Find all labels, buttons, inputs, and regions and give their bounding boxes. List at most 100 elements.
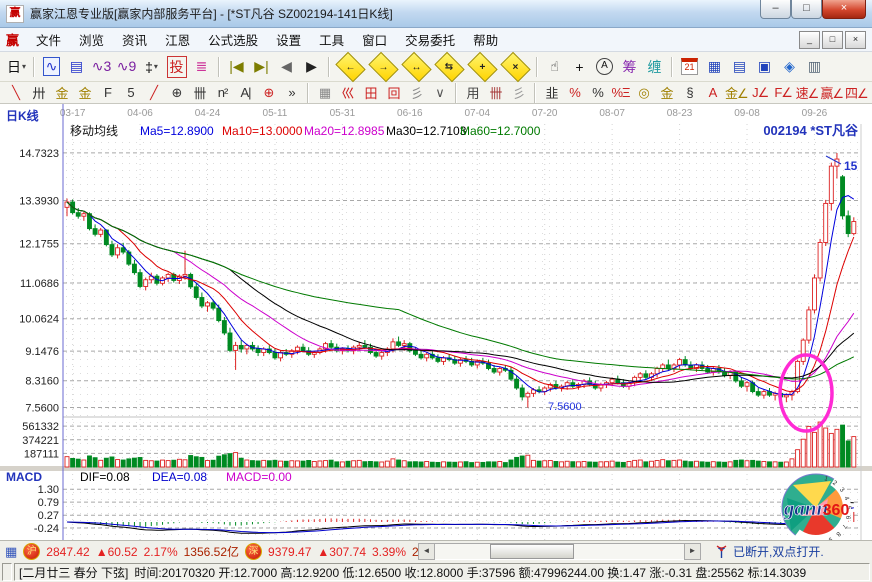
mini-pencil-icon[interactable]: ╱ [143,83,164,102]
menu-item-2[interactable]: 资讯 [113,29,156,50]
four-angle-icon[interactable]: 四∠ [845,83,868,102]
maximize-button[interactable]: □ [791,0,822,19]
mdi-minimize-button[interactable]: _ [799,31,820,49]
a-shape-icon[interactable]: A [702,83,723,102]
gann-wheel-icon[interactable]: ⊕ [258,83,279,102]
scroll-right-button[interactable]: ► [684,543,701,560]
wave-9-chart-icon[interactable]: ∿9 [115,55,138,78]
f-angle-icon[interactable]: F∠ [773,83,794,102]
chart-region[interactable]: 03-1704-0604-2405-1105-3106-1607-0407-20… [0,104,872,540]
menu-item-1[interactable]: 浏览 [70,29,113,50]
win-angle-icon[interactable]: 赢∠ [820,83,843,102]
k-pattern-settings-icon[interactable]: 投 [165,55,188,78]
horizontal-scrollbar[interactable]: ◄ ► [418,544,701,560]
pan-hand-icon[interactable]: ☝ [543,55,566,78]
zigzag-overlay-icon[interactable]: ∿ [40,55,63,78]
scrollbar-thumb[interactable] [490,544,574,559]
draw-pencil-icon[interactable]: ╲ [5,83,26,102]
printer-icon[interactable]: ▥ [803,55,826,78]
golden-circle-icon[interactable]: ◎ [633,83,654,102]
zoom-lens-icon[interactable]: A [593,55,616,78]
volume-profile-icon[interactable]: 韭 [541,83,562,102]
dropdown-arrow-icon[interactable]: ▾ [154,62,158,71]
percent-line-red-icon[interactable]: % [564,83,585,102]
volume-bar [464,462,468,467]
mdi-restore-button[interactable]: □ [822,31,843,49]
step-back-icon[interactable]: ◀ [275,55,298,78]
menu-item-6[interactable]: 工具 [310,29,353,50]
n-square-icon[interactable]: n² [212,83,233,102]
gold-angle-icon[interactable]: 金∠ [725,83,748,102]
menu-item-8[interactable]: 交易委托 [396,29,464,50]
swap-view-icon[interactable]: ⇆ [434,51,464,81]
price-axis-label: 9.1476 [25,346,59,358]
step-forward-icon[interactable]: ▶ [300,55,323,78]
menu-item-3[interactable]: 江恩 [156,29,199,50]
menu-item-0[interactable]: 文件 [27,29,70,50]
speed-rays-icon[interactable]: 巛 [337,83,358,102]
chan-lines-icon[interactable]: 缠 [643,55,666,78]
angle-mirror-icon[interactable]: A| [235,83,256,102]
ray-fan-2-icon[interactable]: 彡 [508,83,529,102]
color-histogram-icon[interactable]: ≣ [190,55,213,78]
box-grid-icon[interactable]: ▦ [314,83,335,102]
cycle-circle-icon[interactable]: ⊕ [166,83,187,102]
golden-section-b-icon[interactable]: 金 [74,83,95,102]
close-button[interactable]: × [822,0,866,19]
spiral-tool-icon[interactable]: 5 [120,83,141,102]
brush-tool-icon[interactable]: § [679,83,700,102]
percent-levels-icon[interactable]: %Ξ [610,83,631,102]
ray-fan-icon[interactable]: 彡 [406,83,427,102]
jump-end-icon[interactable]: ▶| [250,55,273,78]
connection-text[interactable]: 已断开,双点打开. [733,543,824,560]
j-angle-icon[interactable]: J∠ [750,83,771,102]
mdi-close-button[interactable]: × [845,31,866,49]
grid-red-icon[interactable]: 卌 [485,83,506,102]
compress-all-icon[interactable]: × [500,51,530,81]
network-quotes-icon[interactable]: ◈ [778,55,801,78]
golden-levels-icon[interactable]: 金 [656,83,677,102]
menu-item-4[interactable]: 公式选股 [199,29,267,50]
volume-axis-label: 374221 [22,435,59,447]
save-disk-icon[interactable]: ▣ [753,55,776,78]
calendar-grid-icon[interactable]: ▦ [5,544,17,560]
expand-all-icon[interactable]: + [467,51,497,81]
scrollbar-track[interactable] [435,543,684,560]
zoom-right-icon[interactable]: → [368,51,398,81]
gann-lines-icon[interactable]: 卅 [28,83,49,102]
dropdown-arrow-icon[interactable]: ▾ [22,62,26,71]
calendar-icon[interactable]: 21 [678,55,701,78]
period-day-selector-icon[interactable]: 日▾ [5,55,28,78]
menu-item-9[interactable]: 帮助 [464,29,507,50]
golden-section-a-icon[interactable]: 金 [51,83,72,102]
jump-start-icon[interactable]: |◀ [225,55,248,78]
chip-distribution-icon[interactable]: 筹 [618,55,641,78]
calculator-icon[interactable]: ▦ [703,55,726,78]
date-tick-label: 07-20 [532,108,558,119]
crosshair-icon[interactable]: + [568,55,591,78]
kline-chart[interactable]: 03-1704-0604-2405-1105-3106-1607-0407-20… [0,104,872,540]
menu-item-5[interactable]: 设置 [267,29,310,50]
volume-bar [312,461,316,467]
gann-grid-icon[interactable]: 田 [360,83,381,102]
check-lines-icon[interactable]: ∨ [429,83,450,102]
zoom-left-icon[interactable]: ← [335,51,365,81]
percent-line-icon[interactable]: % [587,83,608,102]
fibonacci-f-icon[interactable]: F [97,83,118,102]
square-spiral-icon[interactable]: 回 [383,83,404,102]
zoom-horizontal-icon[interactable]: ↔ [401,51,431,81]
scroll-left-button[interactable]: ◄ [418,543,435,560]
memo-pad-icon[interactable]: ▤ [728,55,751,78]
save-disk-glyph: ▣ [758,58,771,75]
candle-body [200,297,204,306]
time-grid-icon[interactable]: 卌 [189,83,210,102]
more-tools-icon[interactable]: » [281,83,302,102]
speed-angle-icon[interactable]: 速∠ [796,83,819,102]
candle-style-icon[interactable]: ‡▾ [140,55,163,78]
info-note-icon[interactable]: ▤ [65,55,88,78]
volume-bar [773,462,777,467]
grid-dark-icon[interactable]: 用 [462,83,483,102]
minimize-button[interactable]: – [760,0,791,19]
wave-3-chart-icon[interactable]: ∿3 [90,55,113,78]
menu-item-7[interactable]: 窗口 [353,29,396,50]
